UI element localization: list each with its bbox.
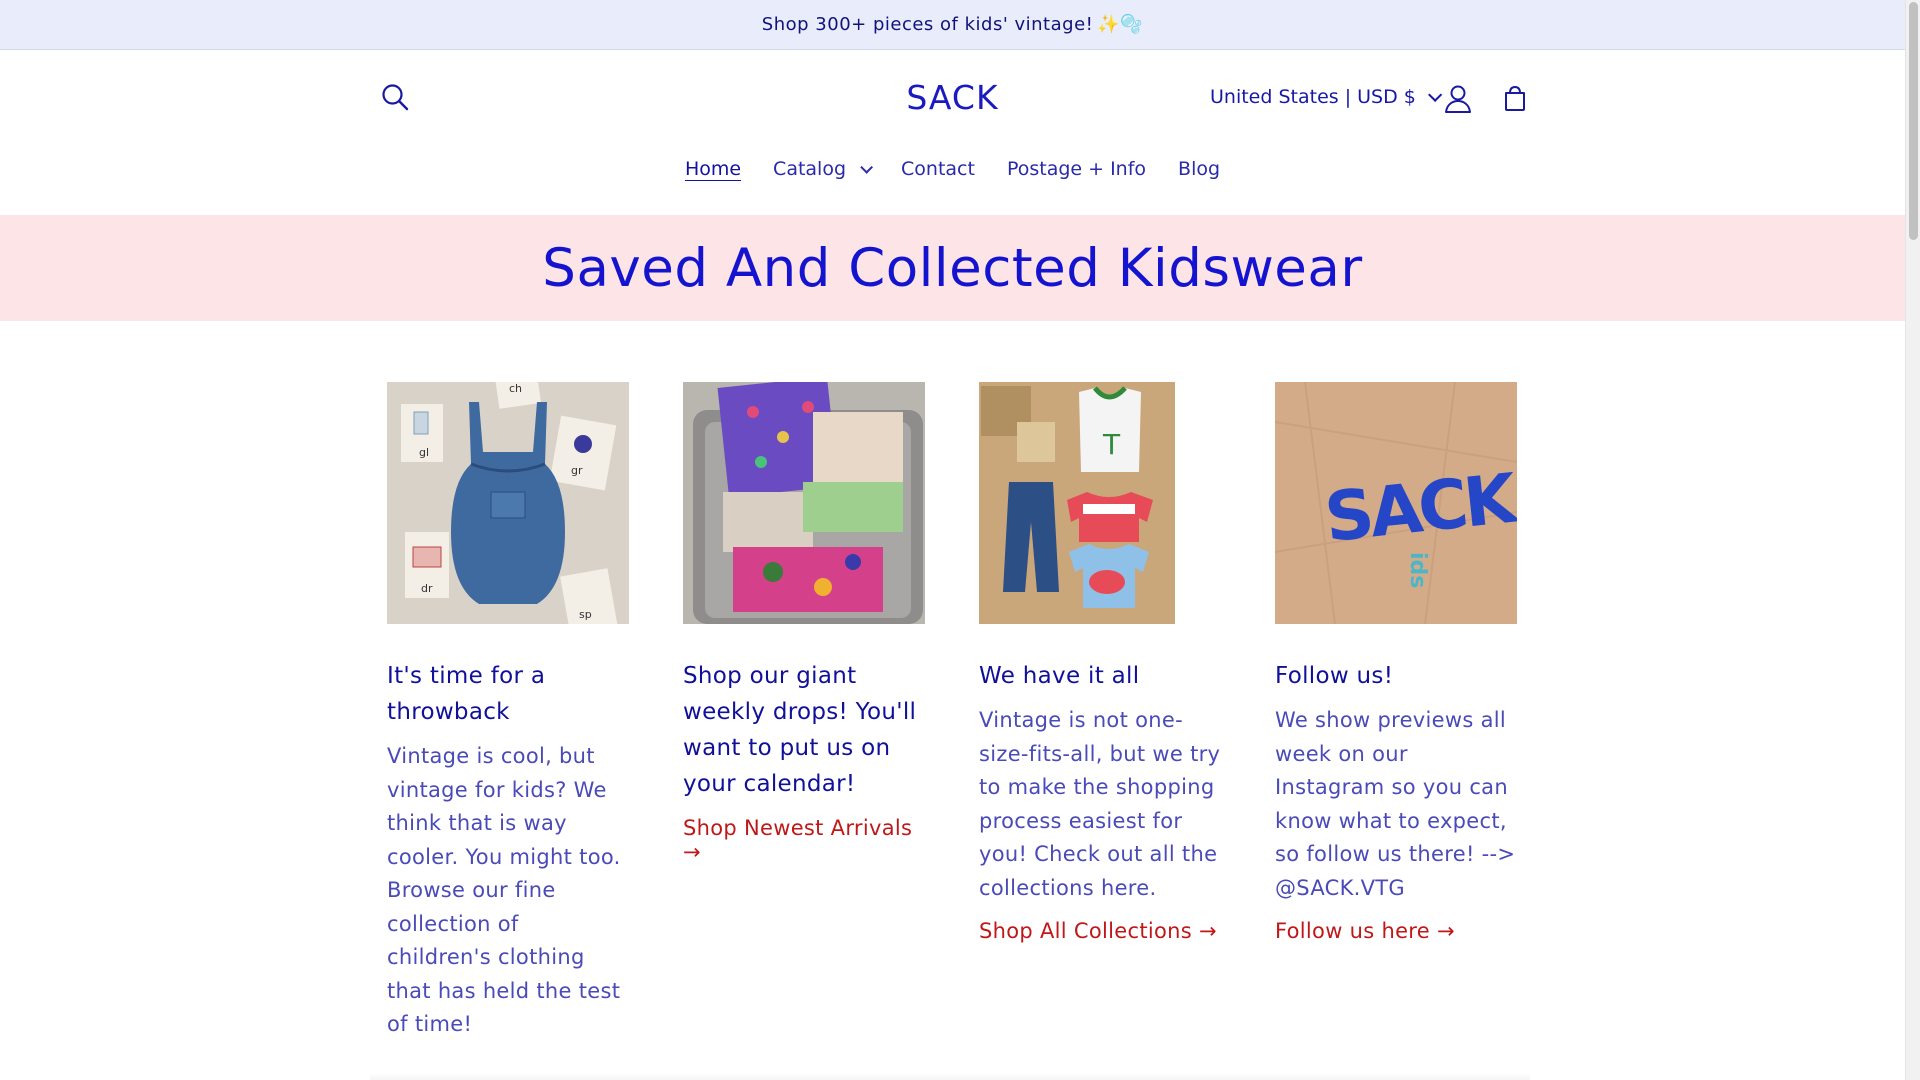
flashcard-gl: gl <box>419 446 429 459</box>
card-heading: Follow us! <box>1275 663 1394 689</box>
shop-newest-arrivals-link[interactable]: Shop Newest Arrivals → <box>683 816 925 864</box>
page-scrollbar[interactable] <box>1905 0 1920 1080</box>
card-have-it-all: T We have it all Vintage is not one-size… <box>979 382 1221 943</box>
site-logo[interactable]: SACK <box>0 78 1905 117</box>
currency-label: United States | USD $ <box>1210 86 1416 108</box>
card-image-outfits[interactable]: T <box>979 382 1221 624</box>
card-heading: Shop our giant weekly drops! You'll want… <box>683 663 917 797</box>
nav-blog-label: Blog <box>1178 158 1221 180</box>
card-body: Vintage is cool, but vintage for kids? W… <box>387 744 621 1036</box>
hero-title: Saved And Collected Kidswear <box>542 237 1363 299</box>
main-nav: Home Catalog Contact Postage + Info Blog <box>0 154 1905 184</box>
account-button[interactable] <box>1443 83 1473 115</box>
card-weekly-drops: Shop our giant weekly drops! You'll want… <box>683 382 925 864</box>
cart-icon <box>1505 85 1525 111</box>
card-heading: It's time for a throwback <box>387 663 546 725</box>
hero-banner: Saved And Collected Kidswear <box>0 215 1905 321</box>
cart-button[interactable] <box>1500 83 1530 115</box>
card-body: We show previews all week on our Instagr… <box>1275 708 1516 900</box>
currency-selector[interactable]: United States | USD $ <box>1210 86 1443 108</box>
next-section-edge <box>370 1073 1530 1080</box>
clothing-bin-image <box>683 382 925 624</box>
announcement-emoji: ✨🫧 <box>1097 14 1144 35</box>
flashcard-dr: dr <box>421 582 433 595</box>
outfits-image: T <box>979 382 1221 624</box>
nav-contact[interactable]: Contact <box>885 154 991 184</box>
nav-home[interactable]: Home <box>669 154 757 184</box>
nav-home-label: Home <box>684 158 742 180</box>
card-image-bin[interactable] <box>683 382 925 624</box>
card-image-sack-logo[interactable]: SACK ids <box>1275 382 1517 624</box>
follow-us-link[interactable]: Follow us here → <box>1275 919 1455 943</box>
logo-sub: ids <box>1405 552 1430 588</box>
flashcard-gr: gr <box>571 464 583 477</box>
flashcard-sp: sp <box>579 608 592 621</box>
nav-postage-label: Postage + Info <box>1006 158 1147 180</box>
nav-contact-label: Contact <box>901 158 975 180</box>
site-header: SACK United States | USD $ Home Catalog … <box>0 50 1905 215</box>
scrollbar-thumb[interactable] <box>1909 2 1918 240</box>
card-follow-us: SACK ids Follow us! We show previews all… <box>1275 382 1517 943</box>
overalls-image: ch gl gr dr sp <box>387 382 629 624</box>
announcement-bar: Shop 300+ pieces of kids' vintage! ✨🫧 <box>0 0 1905 50</box>
nav-postage[interactable]: Postage + Info <box>991 154 1162 184</box>
card-throwback: ch gl gr dr sp It's time for a throwback… <box>387 382 629 1042</box>
sack-logo-image: SACK ids <box>1275 382 1517 624</box>
card-image-overalls[interactable]: ch gl gr dr sp <box>387 382 629 624</box>
nav-blog[interactable]: Blog <box>1162 154 1236 184</box>
card-body: Vintage is not one-size-fits-all, but we… <box>979 708 1221 900</box>
flashcard-ch: ch <box>509 382 522 395</box>
svg-text:T: T <box>1102 428 1121 461</box>
chevron-down-icon <box>860 160 874 174</box>
nav-catalog[interactable]: Catalog <box>757 154 885 184</box>
card-heading: We have it all <box>979 663 1140 689</box>
user-icon <box>1445 85 1471 113</box>
announcement-text: Shop 300+ pieces of kids' vintage! <box>761 14 1094 35</box>
feature-cards: ch gl gr dr sp It's time for a throwback… <box>387 382 1519 1036</box>
nav-catalog-label: Catalog <box>773 158 847 180</box>
shop-all-collections-link[interactable]: Shop All Collections → <box>979 919 1217 943</box>
